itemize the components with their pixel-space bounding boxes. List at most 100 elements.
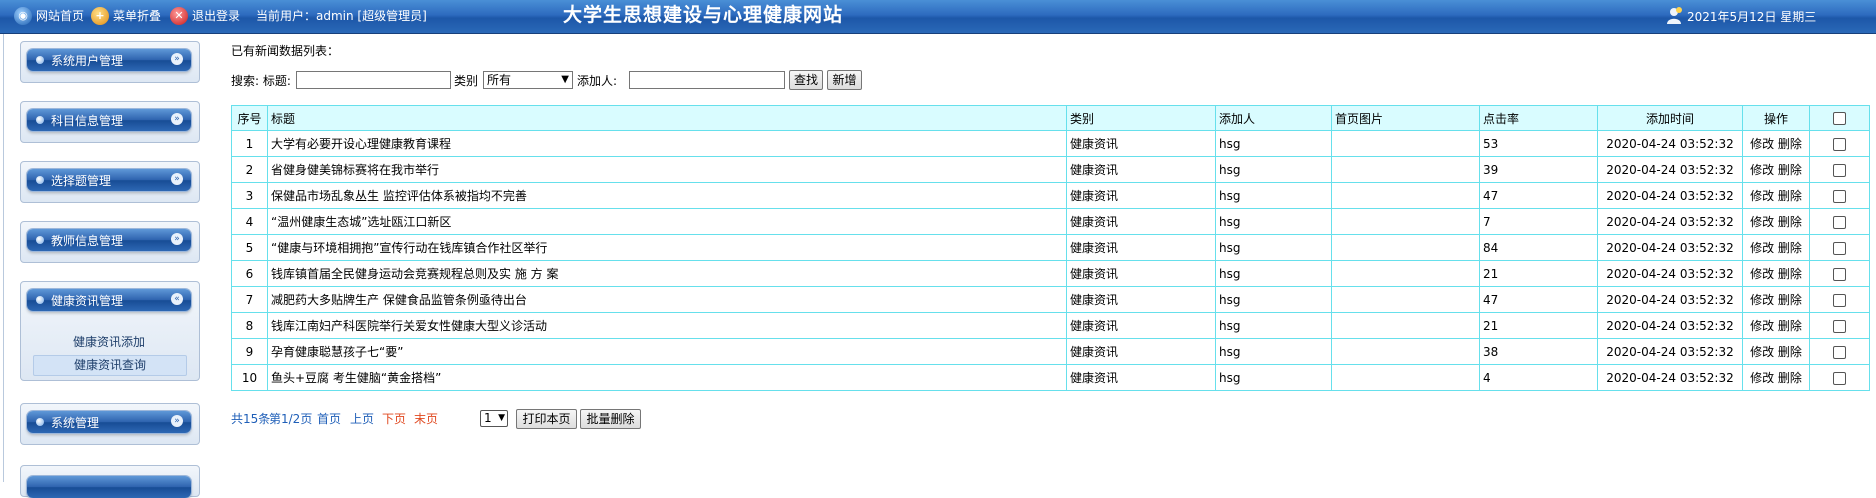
menu-button-question-management[interactable]: 选择题管理 » <box>27 169 191 191</box>
new-button[interactable]: 新增 <box>827 70 862 90</box>
logout-link[interactable]: ✕ 退出登录 <box>170 0 240 33</box>
select-all-checkbox[interactable] <box>1833 112 1846 125</box>
column-header-clicks: 点击率 <box>1479 105 1598 131</box>
adder-search-input[interactable] <box>629 71 785 89</box>
menu-button-system-management[interactable]: 系统管理 » <box>27 411 191 433</box>
delete-link[interactable]: 删除 <box>1778 189 1802 203</box>
prev-page-link[interactable]: 上页 <box>350 408 374 430</box>
edit-link[interactable]: 修改 <box>1750 345 1774 359</box>
row-image <box>1331 182 1480 209</box>
expand-icon[interactable]: » <box>171 233 183 245</box>
delete-link[interactable]: 删除 <box>1778 163 1802 177</box>
row-adder: hsg <box>1215 234 1332 261</box>
row-no: 8 <box>231 312 268 339</box>
row-image <box>1331 234 1480 261</box>
menu-button-user-management[interactable]: 系统用户管理 » <box>27 49 191 71</box>
row-checkbox[interactable] <box>1833 189 1846 203</box>
row-no: 5 <box>231 234 268 261</box>
menu-label: 选择题管理 <box>51 174 112 188</box>
expand-icon[interactable]: » <box>171 113 183 125</box>
edit-link[interactable]: 修改 <box>1750 293 1774 307</box>
row-adder: hsg <box>1215 130 1332 157</box>
row-checkbox[interactable] <box>1833 319 1846 333</box>
edit-link[interactable]: 修改 <box>1750 267 1774 281</box>
menu-panel-teacher: 教师信息管理 » <box>20 221 200 263</box>
row-image <box>1331 312 1480 339</box>
row-select-cell <box>1809 364 1870 391</box>
current-user-text: 当前用户：admin [超级管理员] <box>256 9 427 23</box>
row-clicks: 4 <box>1479 364 1598 391</box>
delete-link[interactable]: 删除 <box>1778 345 1802 359</box>
row-actions: 修改 删除 <box>1742 234 1810 261</box>
edit-link[interactable]: 修改 <box>1750 371 1774 385</box>
row-time: 2020-04-24 03:52:32 <box>1597 234 1743 261</box>
edit-link[interactable]: 修改 <box>1750 137 1774 151</box>
row-no: 2 <box>231 156 268 183</box>
edit-link[interactable]: 修改 <box>1750 319 1774 333</box>
delete-link[interactable]: 删除 <box>1778 293 1802 307</box>
table-row: 3 保健品市场乱象丛生 监控评估体系被指均不完善 健康资讯 hsg 47 2020-04-… <box>231 182 1870 209</box>
column-header-title: 标题 <box>267 105 1067 131</box>
menu-button-teacher-management[interactable]: 教师信息管理 » <box>27 229 191 251</box>
menu-button-subject-management[interactable]: 科目信息管理 » <box>27 109 191 131</box>
row-no: 10 <box>231 364 268 391</box>
row-actions: 修改 删除 <box>1742 286 1810 313</box>
top-bar: ◉ 网站首页 + 菜单折叠 ✕ 退出登录 当前用户：admin [超级管理员] … <box>0 0 1876 34</box>
expand-icon[interactable]: » <box>171 415 183 427</box>
page-select[interactable]: 1 ▼ <box>480 410 508 427</box>
menu-fold-link[interactable]: + 菜单折叠 <box>91 0 161 33</box>
column-header-actions: 操作 <box>1742 105 1810 131</box>
home-link[interactable]: ◉ 网站首页 <box>14 0 84 33</box>
delete-link[interactable]: 删除 <box>1778 241 1802 255</box>
menu-panel-user: 系统用户管理 » <box>20 41 200 83</box>
batch-delete-button[interactable]: 批量删除 <box>580 409 641 429</box>
row-category: 健康资讯 <box>1066 156 1216 183</box>
delete-link[interactable]: 删除 <box>1778 267 1802 281</box>
row-checkbox[interactable] <box>1833 215 1846 229</box>
row-image <box>1331 156 1480 183</box>
edit-link[interactable]: 修改 <box>1750 241 1774 255</box>
row-checkbox[interactable] <box>1833 267 1846 281</box>
column-header-image: 首页图片 <box>1331 105 1480 131</box>
row-checkbox[interactable] <box>1833 293 1846 307</box>
row-title: 省健身健美锦标赛将在我市举行 <box>267 156 1067 183</box>
row-title: 鱼头+豆腐 考生健脑“黄金搭档” <box>267 364 1067 391</box>
table-row: 7 减肥药大多贴牌生产 保健食品监管条例亟待出台 健康资讯 hsg 47 2020-04-… <box>231 286 1870 313</box>
category-select[interactable]: 所有 ▼ <box>483 71 573 89</box>
row-title: 钱库镇首届全民健身运动会竞赛规程总则及实 施 方 案 <box>267 260 1067 287</box>
collapse-icon[interactable]: « <box>171 293 183 305</box>
row-actions: 修改 删除 <box>1742 338 1810 365</box>
find-button[interactable]: 查找 <box>789 70 823 90</box>
row-checkbox[interactable] <box>1833 345 1846 359</box>
sidebar-item-health-news-query[interactable]: 健康资讯查询 <box>33 355 187 376</box>
expand-icon[interactable]: » <box>171 173 183 185</box>
row-checkbox[interactable] <box>1833 137 1846 151</box>
row-select-cell <box>1809 208 1870 235</box>
row-actions: 修改 删除 <box>1742 208 1810 235</box>
delete-link[interactable]: 删除 <box>1778 215 1802 229</box>
menu-button-health-news-management[interactable]: 健康资讯管理 « <box>27 289 191 311</box>
row-select-cell <box>1809 182 1870 209</box>
row-select-cell <box>1809 286 1870 313</box>
last-page-link[interactable]: 末页 <box>414 408 438 430</box>
row-adder: hsg <box>1215 338 1332 365</box>
row-clicks: 21 <box>1479 260 1598 287</box>
row-checkbox[interactable] <box>1833 371 1846 385</box>
select-all-cell <box>1809 105 1870 131</box>
next-page-link[interactable]: 下页 <box>382 408 406 430</box>
edit-link[interactable]: 修改 <box>1750 215 1774 229</box>
first-page-link[interactable]: 首页 <box>317 408 341 430</box>
chevron-down-icon: ▼ <box>498 413 505 423</box>
edit-link[interactable]: 修改 <box>1750 189 1774 203</box>
expand-icon[interactable]: » <box>171 53 183 65</box>
delete-link[interactable]: 删除 <box>1778 137 1802 151</box>
row-checkbox[interactable] <box>1833 241 1846 255</box>
row-checkbox[interactable] <box>1833 163 1846 177</box>
edit-link[interactable]: 修改 <box>1750 163 1774 177</box>
title-search-input[interactable] <box>296 71 451 89</box>
delete-link[interactable]: 删除 <box>1778 371 1802 385</box>
sidebar-item-health-news-add[interactable]: 健康资讯添加 <box>33 333 185 352</box>
menu-button-more[interactable] <box>27 476 191 498</box>
delete-link[interactable]: 删除 <box>1778 319 1802 333</box>
print-page-button[interactable]: 打印本页 <box>516 409 577 429</box>
